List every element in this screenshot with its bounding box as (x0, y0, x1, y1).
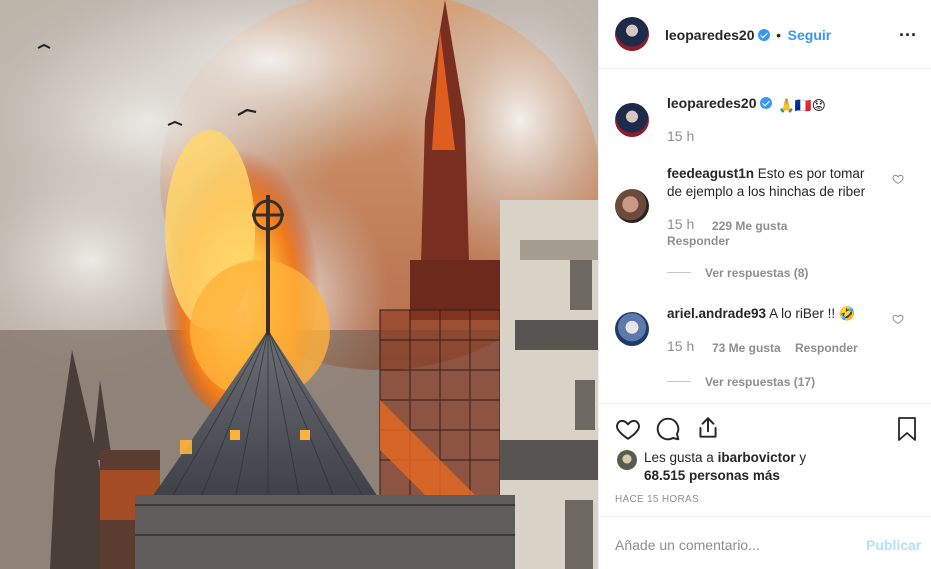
comment-username[interactable]: feedeagust1n (667, 166, 754, 181)
comment-icon[interactable] (655, 416, 681, 442)
comment-avatar[interactable] (615, 189, 649, 223)
comment: feedeagust1n Esto es por tomar (667, 165, 864, 183)
comment-heart-icon[interactable] (892, 173, 904, 185)
comment-time[interactable]: 15 h (667, 216, 694, 232)
post-sidebar: leoparedes20 • Seguir ... leoparedes20 🙏… (598, 0, 931, 569)
comment-likes[interactable]: 73 Me gusta (712, 341, 781, 355)
comment: ariel.andrade93 A lo riBer !! 🤣 (667, 305, 856, 323)
likes-count-link[interactable]: 68.515 personas más (644, 468, 780, 483)
view-replies-button[interactable]: Ver respuestas (8) (705, 266, 808, 280)
add-comment-bar: Añade un comentario... Publicar (599, 516, 931, 569)
comment-username[interactable]: ariel.andrade93 (667, 306, 766, 321)
caption-text: 🙏🇫🇷😟 (778, 98, 826, 113)
comment-likes[interactable]: 229 Me gusta (712, 219, 787, 233)
follow-button[interactable]: Seguir (788, 27, 832, 43)
view-replies-button[interactable]: Ver respuestas (17) (705, 375, 815, 389)
bookmark-icon[interactable] (895, 416, 919, 442)
comment-text: A lo riBer !! 🤣 (769, 306, 856, 321)
likes-conj: y (799, 450, 807, 465)
publish-button[interactable]: Publicar (866, 537, 921, 553)
more-options-icon[interactable]: ... (899, 20, 917, 41)
verified-badge-icon (757, 29, 770, 41)
author-avatar[interactable] (615, 17, 649, 51)
post-photo[interactable] (0, 0, 598, 569)
comment-heart-icon[interactable] (892, 313, 904, 325)
liker-avatar[interactable] (617, 450, 637, 470)
reply-button[interactable]: Responder (667, 234, 730, 248)
share-icon[interactable] (695, 415, 721, 441)
reply-button[interactable]: Responder (795, 341, 858, 355)
caption-username[interactable]: leoparedes20 (667, 95, 757, 111)
comment-avatar[interactable] (615, 312, 649, 346)
post-actions: Les gusta a ibarbovictor y 68.515 person… (599, 403, 931, 505)
comment-text: Esto es por tomar (757, 166, 865, 181)
likes-summary: Les gusta a ibarbovictor y (644, 449, 806, 467)
comment-input[interactable]: Añade un comentario... (615, 537, 760, 553)
comment-text-continued: de ejemplo a los hinchas de riber (667, 184, 866, 199)
caption-time[interactable]: 15 h (667, 128, 694, 144)
verified-badge-icon (759, 97, 772, 109)
comment-time[interactable]: 15 h (667, 338, 694, 354)
author-username[interactable]: leoparedes20 (665, 27, 755, 43)
replies-divider (667, 272, 691, 273)
post-header: leoparedes20 • Seguir ... (599, 0, 931, 69)
separator-dot: • (776, 27, 782, 43)
caption-avatar[interactable] (615, 103, 649, 137)
notre-dame-fire-image (0, 0, 598, 569)
liker-username[interactable]: ibarbovictor (718, 450, 796, 465)
post-timestamp[interactable]: HACE 15 HORAS (615, 494, 699, 505)
likes-prefix: Les gusta a (644, 450, 714, 465)
heart-icon[interactable] (615, 416, 641, 442)
replies-divider (667, 381, 691, 382)
